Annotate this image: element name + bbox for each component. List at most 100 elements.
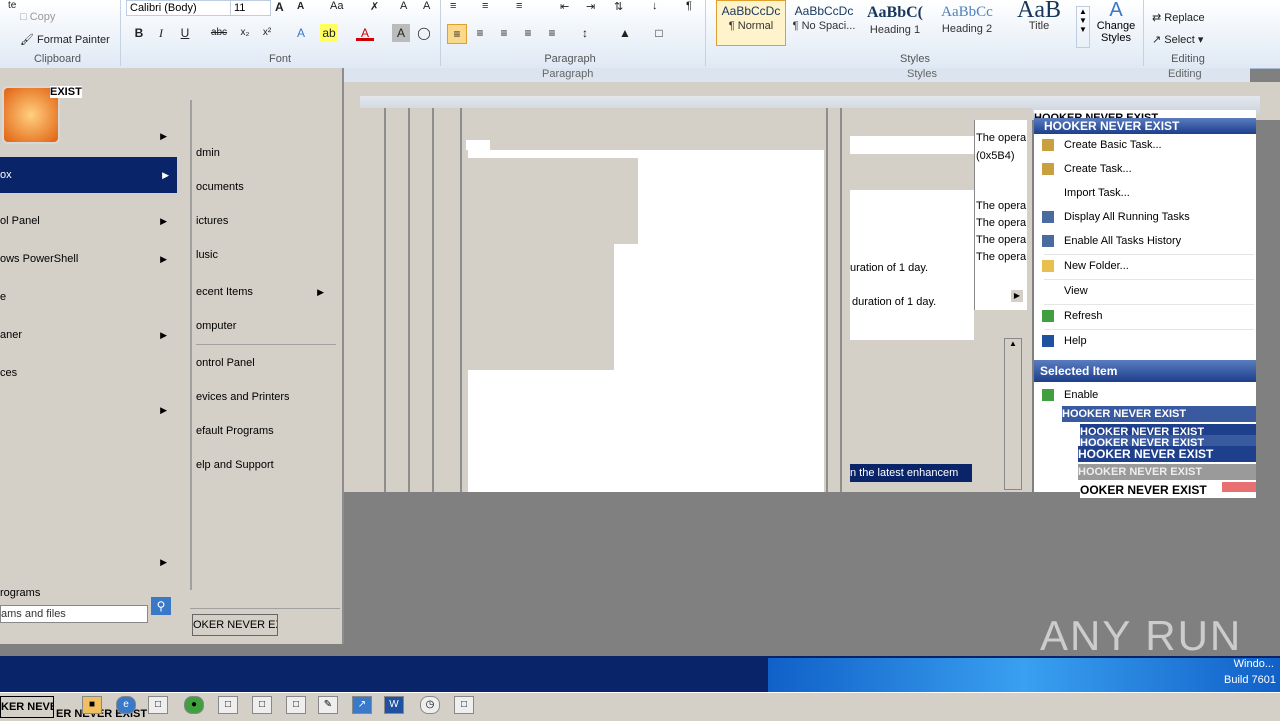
all-programs-link[interactable]: rograms	[0, 587, 40, 599]
borders-icon[interactable]: □	[650, 24, 668, 42]
place-control-panel[interactable]: ontrol Panel	[196, 352, 336, 374]
create-basic-task-action[interactable]: Create Basic Task...	[1034, 133, 1256, 157]
grow-font-button[interactable]: A	[275, 0, 284, 14]
program-item[interactable]: e	[0, 286, 185, 308]
place-music[interactable]: lusic	[196, 244, 336, 266]
window-icon[interactable]: □	[454, 696, 474, 714]
font-name-select[interactable]: Calibri (Body)	[126, 0, 231, 16]
style-title[interactable]: AaB Title	[1004, 0, 1074, 46]
view-action[interactable]: View	[1034, 279, 1256, 303]
enable-history-action[interactable]: Enable All Tasks History	[1034, 229, 1256, 253]
program-item[interactable]: ces	[0, 362, 185, 384]
shading-icon[interactable]: ▲	[616, 24, 634, 42]
window-icon[interactable]: □	[218, 696, 238, 714]
place-recent-items[interactable]: ecent Items ▶	[196, 281, 336, 303]
italic-button[interactable]: I	[152, 24, 170, 42]
start-button[interactable]: KER NEVE	[0, 696, 54, 718]
create-task-action[interactable]: Create Task...	[1034, 157, 1256, 181]
window-icon[interactable]: □	[148, 696, 168, 714]
bullets-icon[interactable]: ≡	[450, 0, 456, 12]
scroll-up-icon[interactable]: ▲	[1005, 339, 1021, 348]
change-case-button[interactable]: Aa	[330, 0, 343, 12]
program-item[interactable]: ows PowerShell ▶	[0, 248, 185, 270]
char-shading-button[interactable]: A	[392, 24, 410, 42]
enclose-char-button[interactable]: ◯	[415, 24, 433, 42]
submenu-arrow-icon: ▶	[317, 287, 324, 297]
align-right-icon[interactable]: ≡	[495, 24, 513, 42]
program-item[interactable]: ▶	[0, 551, 185, 573]
chrome-icon[interactable]: ●	[184, 696, 204, 714]
place-devices-printers[interactable]: evices and Printers	[196, 386, 336, 408]
search-input[interactable]: ams and files	[0, 605, 148, 623]
sort-icon[interactable]: ⇅	[614, 0, 623, 13]
help-action[interactable]: Help	[1034, 329, 1256, 353]
app-icon[interactable]: ↗	[352, 696, 372, 714]
window-icon[interactable]: □	[252, 696, 272, 714]
distributed-icon[interactable]: ≡	[543, 24, 561, 42]
text-effects-button[interactable]: A	[292, 24, 310, 42]
format-painter-button[interactable]: 🖌 Format Painter	[20, 33, 110, 46]
style-normal[interactable]: AaBbCcDc ¶ Normal	[716, 0, 786, 46]
subscript-button[interactable]: x₂	[236, 24, 254, 42]
place-computer[interactable]: omputer	[196, 315, 336, 337]
char-border-icon[interactable]: A	[423, 0, 430, 12]
highlighted-row[interactable]: n the latest enhancem	[850, 464, 972, 482]
show-marks-icon[interactable]: ¶	[686, 0, 692, 12]
clear-format-icon[interactable]: ✗	[370, 0, 379, 13]
superscript-button[interactable]: x²	[258, 24, 276, 42]
window-icon[interactable]: □	[286, 696, 306, 714]
strikethrough-button[interactable]: abc	[210, 24, 228, 42]
align-left-icon[interactable]: ≡	[447, 24, 467, 44]
style-heading-2[interactable]: AaBbCc Heading 2	[930, 0, 1004, 46]
program-item[interactable]: ▶	[0, 399, 185, 421]
shutdown-button[interactable]: OKER NEVER EXIS	[192, 614, 278, 636]
folder-icon[interactable]: ■	[82, 696, 102, 714]
align-center-icon[interactable]: ≡	[471, 24, 489, 42]
search-icon[interactable]: ⚲	[151, 597, 171, 615]
copy-button[interactable]: □ Copy	[20, 11, 55, 23]
justify-icon[interactable]: ≡	[519, 24, 537, 42]
edit-icon[interactable]: ✎	[318, 696, 338, 714]
import-task-action[interactable]: Import Task...	[1034, 181, 1256, 205]
new-folder-action[interactable]: New Folder...	[1034, 254, 1256, 278]
program-item-selected[interactable]: ox ▶	[0, 157, 177, 193]
scroll-right-icon[interactable]: ▶	[1011, 290, 1023, 302]
enable-action[interactable]: Enable	[1034, 383, 1256, 407]
shrink-font-button[interactable]: A	[297, 1, 304, 12]
font-color-button[interactable]: A	[356, 24, 374, 41]
sort-az-icon[interactable]: ↓	[652, 0, 658, 12]
place-help-support[interactable]: elp and Support	[196, 454, 336, 476]
place-documents[interactable]: ocuments	[196, 176, 336, 198]
word-icon[interactable]: W	[384, 696, 404, 714]
underline-button[interactable]: U	[176, 24, 194, 42]
text-effect-icon[interactable]: A	[400, 0, 407, 12]
style-no-spacing[interactable]: AaBbCcDc ¶ No Spaci...	[788, 0, 860, 46]
multilevel-icon[interactable]: ≡	[516, 0, 522, 12]
cut-label[interactable]	[0, 0, 3, 11]
change-styles-button[interactable]: A Change Styles	[1094, 0, 1138, 44]
style-heading-1[interactable]: AaBbC( Heading 1	[860, 0, 930, 46]
program-item[interactable]: ol Panel ▶	[0, 210, 185, 232]
place-pictures[interactable]: ictures	[196, 210, 336, 232]
trigger-detail-2: duration of 1 day.	[852, 296, 937, 308]
replace-button[interactable]: ⇄ Replace	[1152, 11, 1205, 24]
program-item[interactable]: ▶	[0, 125, 185, 147]
numbering-icon[interactable]: ≡	[482, 0, 488, 12]
decrease-indent-icon[interactable]: ⇤	[560, 0, 569, 13]
font-size-select[interactable]: 11	[230, 0, 271, 16]
bold-button[interactable]: B	[130, 24, 148, 42]
place-admin[interactable]: dmin	[196, 142, 336, 164]
program-item[interactable]: aner ▶	[0, 324, 185, 346]
highlight-button[interactable]: ab	[320, 24, 338, 42]
select-button[interactable]: ↗ Select ▾	[1152, 33, 1203, 46]
place-default-programs[interactable]: efault Programs	[196, 420, 336, 442]
display-running-tasks-action[interactable]: Display All Running Tasks	[1034, 205, 1256, 229]
refresh-action[interactable]: Refresh	[1034, 304, 1256, 328]
increase-indent-icon[interactable]: ⇥	[586, 0, 595, 13]
vertical-scrollbar[interactable]: ▲	[1004, 338, 1022, 490]
clock-icon[interactable]: ◷	[420, 696, 440, 714]
line-spacing-icon[interactable]: ↕	[576, 24, 594, 42]
action-label: Import Task...	[1064, 187, 1130, 199]
browser-icon[interactable]: e	[116, 696, 136, 714]
styles-scroll[interactable]: ▲ ▼ ▼	[1076, 6, 1090, 48]
